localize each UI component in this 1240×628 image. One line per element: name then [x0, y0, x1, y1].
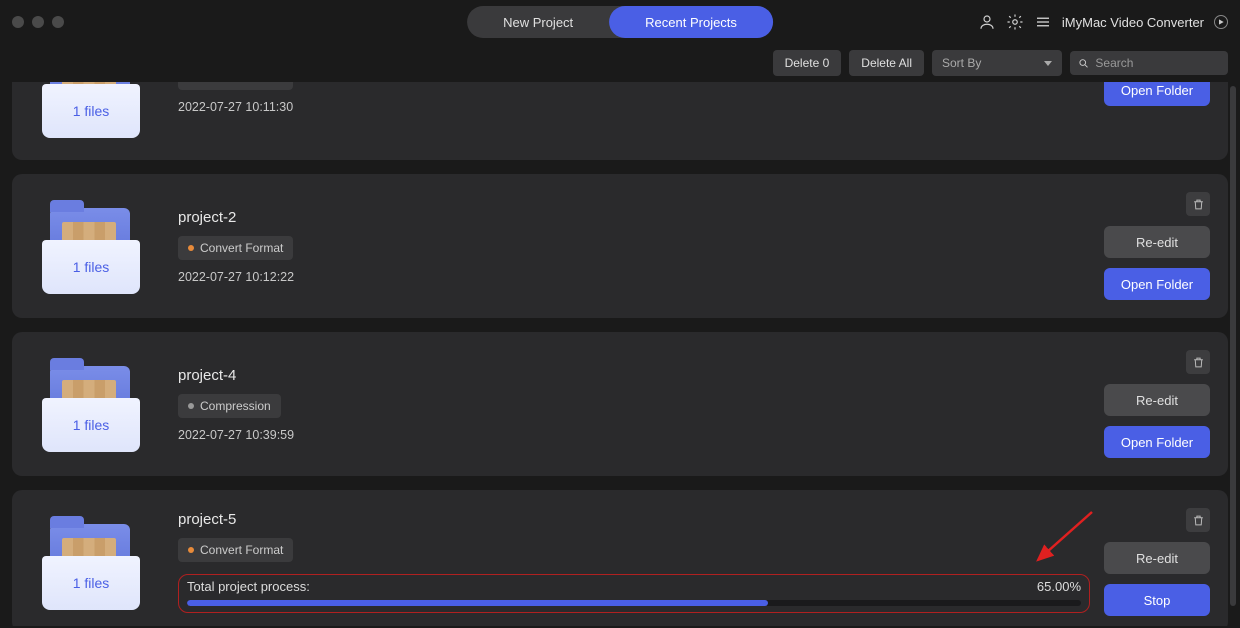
scrollbar[interactable]	[1230, 86, 1236, 606]
open-folder-button[interactable]: Open Folder	[1104, 268, 1210, 300]
project-tag: Convert Format	[178, 538, 293, 562]
card-actions: Re-edit Open Folder	[1090, 192, 1210, 300]
search-field[interactable]	[1070, 51, 1228, 75]
reedit-button[interactable]: Re-edit	[1104, 384, 1210, 416]
tag-label: Convert Format	[200, 82, 283, 85]
folder-icon: 1 files	[36, 82, 146, 138]
search-input[interactable]	[1095, 56, 1220, 70]
card-body: project-5 Convert Format Total project p…	[178, 511, 1090, 613]
main-tab-switch: New Project Recent Projects	[467, 6, 773, 38]
card-body: Convert Format 2022-07-27 10:11:30	[178, 82, 1090, 114]
project-timestamp: 2022-07-27 10:39:59	[178, 428, 1090, 442]
project-tag: Compression	[178, 394, 281, 418]
progress-bar	[187, 600, 1081, 606]
tab-new-project[interactable]: New Project	[467, 6, 609, 38]
project-card: 1 files project-2 Convert Format 2022-07…	[12, 174, 1228, 318]
tag-label: Convert Format	[200, 241, 283, 255]
app-badge-icon[interactable]	[1214, 15, 1228, 29]
sort-by-dropdown[interactable]: Sort By	[932, 50, 1062, 76]
reedit-button[interactable]: Re-edit	[1104, 542, 1210, 574]
tag-label: Compression	[200, 399, 271, 413]
folder-icon: 1 files	[36, 204, 146, 294]
stop-button[interactable]: Stop	[1104, 584, 1210, 616]
project-timestamp: 2022-07-27 10:12:22	[178, 270, 1090, 284]
progress-percent: 65.00%	[1037, 579, 1081, 594]
card-actions: Re-edit Open Folder	[1090, 350, 1210, 458]
progress-label: Total project process:	[187, 579, 310, 594]
titlebar: New Project Recent Projects iMyMac Video…	[0, 0, 1240, 44]
project-name: project-4	[178, 367, 1090, 384]
folder-file-count: 1 files	[42, 240, 140, 294]
delete-selected-button[interactable]: Delete 0	[773, 50, 842, 76]
card-body: project-4 Compression 2022-07-27 10:39:5…	[178, 367, 1090, 442]
card-actions: Re-edit Stop	[1090, 508, 1210, 616]
card-actions: Open Folder	[1090, 82, 1210, 106]
card-body: project-2 Convert Format 2022-07-27 10:1…	[178, 209, 1090, 284]
project-list: 1 files Convert Format 2022-07-27 10:11:…	[0, 82, 1240, 626]
search-icon	[1078, 57, 1089, 70]
project-tag: Convert Format	[178, 236, 293, 260]
delete-project-button[interactable]	[1186, 350, 1210, 374]
trash-icon	[1192, 514, 1205, 527]
delete-all-button[interactable]: Delete All	[849, 50, 924, 76]
progress-fill	[187, 600, 768, 606]
folder-file-count: 1 files	[42, 398, 140, 452]
toolbar: Delete 0 Delete All Sort By	[0, 44, 1240, 82]
progress-header: Total project process: 65.00%	[187, 579, 1081, 594]
folder-icon: 1 files	[36, 362, 146, 452]
window-controls	[12, 16, 64, 28]
chevron-down-icon	[1044, 61, 1052, 66]
project-name: project-5	[178, 511, 1090, 528]
delete-project-button[interactable]	[1186, 508, 1210, 532]
maximize-window-icon[interactable]	[52, 16, 64, 28]
tab-recent-projects[interactable]: Recent Projects	[609, 6, 773, 38]
project-card: 1 files Convert Format 2022-07-27 10:11:…	[12, 82, 1228, 160]
account-icon[interactable]	[978, 13, 996, 31]
reedit-button[interactable]: Re-edit	[1104, 226, 1210, 258]
trash-icon	[1192, 356, 1205, 369]
close-window-icon[interactable]	[12, 16, 24, 28]
header-right: iMyMac Video Converter	[978, 13, 1228, 31]
tag-dot-icon	[188, 547, 194, 553]
trash-icon	[1192, 198, 1205, 211]
settings-icon[interactable]	[1006, 13, 1024, 31]
folder-file-count: 1 files	[42, 84, 140, 138]
folder-icon: 1 files	[36, 520, 146, 610]
project-card: 1 files project-5 Convert Format Total p…	[12, 490, 1228, 626]
project-tag: Convert Format	[178, 82, 293, 90]
open-folder-button[interactable]: Open Folder	[1104, 426, 1210, 458]
progress-annotation-box: Total project process: 65.00%	[178, 574, 1090, 613]
menu-icon[interactable]	[1034, 13, 1052, 31]
delete-project-button[interactable]	[1186, 192, 1210, 216]
project-card: 1 files project-4 Compression 2022-07-27…	[12, 332, 1228, 476]
tag-label: Convert Format	[200, 543, 283, 557]
tag-dot-icon	[188, 403, 194, 409]
project-timestamp: 2022-07-27 10:11:30	[178, 100, 1090, 114]
app-title: iMyMac Video Converter	[1062, 15, 1204, 30]
folder-file-count: 1 files	[42, 556, 140, 610]
open-folder-button[interactable]: Open Folder	[1104, 82, 1210, 106]
sort-by-label: Sort By	[942, 56, 981, 70]
tag-dot-icon	[188, 245, 194, 251]
minimize-window-icon[interactable]	[32, 16, 44, 28]
project-name: project-2	[178, 209, 1090, 226]
